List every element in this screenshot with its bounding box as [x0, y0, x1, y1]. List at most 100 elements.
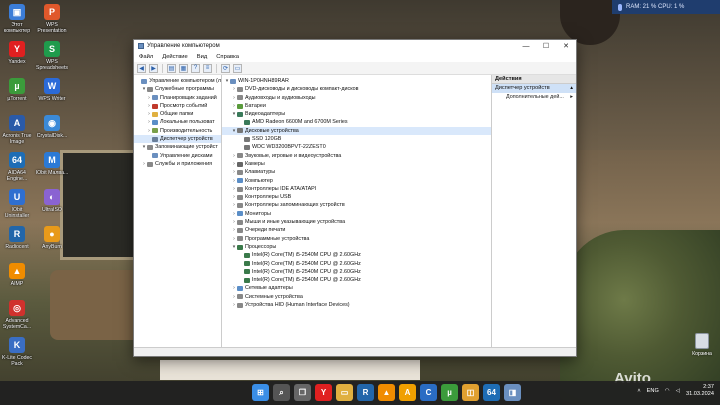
console-tree-item[interactable]: ▾ Служебные программы — [134, 85, 221, 93]
device-tree-item[interactable]: › Контроллеры запоминающих устройств — [222, 201, 491, 209]
desktop-shortcut[interactable]: ▣ Этот компьютер — [0, 4, 34, 34]
desktop-shortcut[interactable]: ◐ UltraISO — [35, 189, 69, 213]
desktop-shortcut[interactable]: W WPS Writer — [35, 78, 69, 102]
device-tree-item[interactable]: Intel(R) Core(TM) i5-2540M CPU @ 2.60GHz — [222, 276, 491, 284]
device-tree-item[interactable]: › Очереди печати — [222, 226, 491, 234]
clock-time: 2:37 — [703, 384, 714, 390]
device-tree-item[interactable]: ▾ WIN-1P0HNH89RAR — [222, 77, 491, 85]
taskbar-torrent-icon[interactable]: µ — [441, 384, 458, 401]
maximize-button[interactable]: ☐ — [536, 40, 556, 52]
desktop-shortcut[interactable]: 64 AIDA64 Engine... — [0, 152, 34, 182]
device-tree-item[interactable]: AMD Radeon 6600M and 6700M Series — [222, 118, 491, 126]
system-monitor-widget[interactable]: RAM: 21 % CPU: 1 % — [612, 0, 720, 14]
menu-file[interactable]: Файл — [139, 54, 153, 60]
taskbar-computer-management-icon[interactable]: ◨ — [504, 384, 521, 401]
device-tree-item[interactable]: › Контроллеры IDE ATA/ATAPI — [222, 185, 491, 193]
desktop-shortcut[interactable]: ◉ CrystalDisk... — [35, 115, 69, 139]
actions-section[interactable]: Диспетчер устройств ▴ — [492, 84, 576, 93]
device-tree-item[interactable]: › Системные устройства — [222, 293, 491, 301]
device-tree-item[interactable]: ▾ Дисковые устройства — [222, 126, 491, 136]
desktop-shortcut[interactable]: Y Yandex — [0, 41, 34, 65]
device-tree-item[interactable]: ▾ Процессоры — [222, 243, 491, 251]
console-tree-item[interactable]: › Локальные пользоват — [134, 118, 221, 126]
taskbar: ⊞ ⌕ ❐ Y ▭ R ▲ A Cµ ◫ 64 ◨ ˄ ENG ◠ ◁ 2:37 31.03.2024 — [0, 381, 720, 405]
device-tree-item[interactable]: WDC WD3200BPVT-22ZEST0 — [222, 143, 491, 151]
minimize-button[interactable]: — — [516, 40, 536, 52]
device-tree-item[interactable]: › Камеры — [222, 160, 491, 168]
volume-icon[interactable]: ◁ — [676, 388, 680, 394]
title-bar[interactable]: Управление компьютером — ☐ ✕ — [134, 40, 576, 52]
taskbar-aida64-icon[interactable]: 64 — [483, 384, 500, 401]
menu-action[interactable]: Действие — [162, 54, 187, 60]
desktop-shortcut[interactable]: M IObit Малва... — [35, 152, 69, 176]
desktop-shortcut[interactable]: P WPS Presentation — [35, 4, 69, 34]
chevron-up-icon[interactable]: ˄ — [637, 388, 640, 394]
desktop-shortcut[interactable]: U IObit Uninstaller — [0, 189, 34, 219]
console-tree-item[interactable]: › Планировщик заданий — [134, 94, 221, 102]
more-actions-item[interactable]: Дополнительные дей... ▸ — [492, 93, 576, 102]
device-tree-item[interactable]: › DVD-дисководы и дисководы компакт-диско… — [222, 85, 491, 93]
device-tree-item[interactable]: › Батареи — [222, 102, 491, 110]
device-tree-item[interactable]: › Клавиатуры — [222, 168, 491, 176]
help-icon[interactable]: ? — [191, 63, 200, 73]
folder-icon[interactable]: ▤ — [167, 63, 176, 73]
device-tree-item[interactable]: Intel(R) Core(TM) i5-2540M CPU @ 2.60GHz — [222, 260, 491, 268]
device-tree-item[interactable]: › Мыши и иные указывающие устройства — [222, 218, 491, 226]
device-tree-item[interactable]: ▾ Видеоадаптеры — [222, 110, 491, 118]
desktop-shortcut[interactable]: ◎ Advanced SystemCa... — [0, 300, 34, 330]
taskbar-start-icon[interactable]: ⊞ — [252, 384, 269, 401]
device-tree-item[interactable]: › Сетевые адаптеры — [222, 284, 491, 292]
forward-icon[interactable]: ▶ — [149, 63, 158, 73]
desktop-shortcut[interactable]: A Acronis True Image — [0, 115, 34, 145]
console-tree-item[interactable]: › Общие папки — [134, 110, 221, 118]
console-tree-item[interactable]: Диспетчер устройств — [134, 135, 221, 144]
list-icon[interactable]: ≡ — [203, 63, 212, 73]
language-indicator[interactable]: ENG — [647, 388, 659, 394]
properties-icon[interactable]: ▦ — [179, 63, 188, 73]
device-tree-item[interactable]: › Компьютер — [222, 177, 491, 185]
taskbar-explorer-icon[interactable]: ◫ — [462, 384, 479, 401]
menu-view[interactable]: Вид — [197, 54, 208, 60]
desktop-shortcut[interactable]: ▲ AIMP — [0, 263, 34, 287]
device-tree-item[interactable]: › Мониторы — [222, 210, 491, 218]
device-tree-item[interactable]: › Аудиовходы и аудиовыходы — [222, 94, 491, 102]
device-tree-item[interactable]: SSD 120GB — [222, 135, 491, 143]
menu-help[interactable]: Справка — [216, 54, 239, 60]
desktop-shortcut[interactable]: K K-Lite Codec Pack — [0, 337, 34, 367]
device-tree-item[interactable]: › Звуковые, игровые и видеоустройства — [222, 152, 491, 160]
console-tree-item[interactable]: › Службы и приложения — [134, 160, 221, 168]
console-tree-item[interactable]: › Просмотр событий — [134, 102, 221, 110]
close-button[interactable]: ✕ — [556, 40, 576, 52]
device-tree-item[interactable]: Intel(R) Core(TM) i5-2540M CPU @ 2.60GHz — [222, 268, 491, 276]
monitor-icon[interactable]: ▭ — [233, 63, 242, 73]
taskbar-aimp-icon[interactable]: A — [399, 384, 416, 401]
desktop-shortcut[interactable]: µ µTorrent — [0, 78, 34, 102]
desktop-shortcut[interactable]: R Radiocent — [0, 226, 34, 250]
wifi-icon[interactable]: ◠ — [665, 388, 670, 394]
desktop-shortcut[interactable]: S WPS Spreadsheets — [35, 41, 69, 71]
console-tree-label: Управление компьютером (л — [149, 78, 221, 84]
taskbar-vlc-icon[interactable]: ▲ — [378, 384, 395, 401]
taskbar-search-icon[interactable]: ⌕ — [273, 384, 290, 401]
scan-icon[interactable]: ⟳ — [221, 63, 230, 73]
taskbar-yandex-icon[interactable]: Y — [315, 384, 332, 401]
console-tree-item[interactable]: ▾ Запоминающие устройст — [134, 143, 221, 151]
console-tree-item[interactable]: Управление компьютером (л — [134, 77, 221, 85]
console-tree-item[interactable]: Управление дисками — [134, 152, 221, 160]
menu-bar: Файл Действие Вид Справка — [134, 52, 576, 62]
device-tree-label: Мыши и иные указывающие устройства — [245, 219, 346, 226]
taskbar-radiocent-icon[interactable]: R — [357, 384, 374, 401]
taskbar-task-view-icon[interactable]: ❐ — [294, 384, 311, 401]
taskbar-ccleaner-icon[interactable]: C — [420, 384, 437, 401]
back-icon[interactable]: ◀ — [137, 63, 146, 73]
device-icon — [237, 294, 243, 300]
taskbar-files-icon[interactable]: ▭ — [336, 384, 353, 401]
device-tree-item[interactable]: › Устройства HID (Human Interface Devices… — [222, 301, 491, 309]
device-tree-item[interactable]: › Программные устройства — [222, 235, 491, 243]
recycle-bin-shortcut[interactable]: Корзина — [684, 333, 720, 357]
clock[interactable]: 2:37 31.03.2024 — [686, 384, 714, 398]
desktop-shortcut[interactable]: ● AnyBurn — [35, 226, 69, 250]
console-tree-item[interactable]: › Производительность — [134, 127, 221, 135]
device-tree-item[interactable]: Intel(R) Core(TM) i5-2540M CPU @ 2.60GHz — [222, 251, 491, 259]
device-tree-item[interactable]: › Контроллеры USB — [222, 193, 491, 201]
